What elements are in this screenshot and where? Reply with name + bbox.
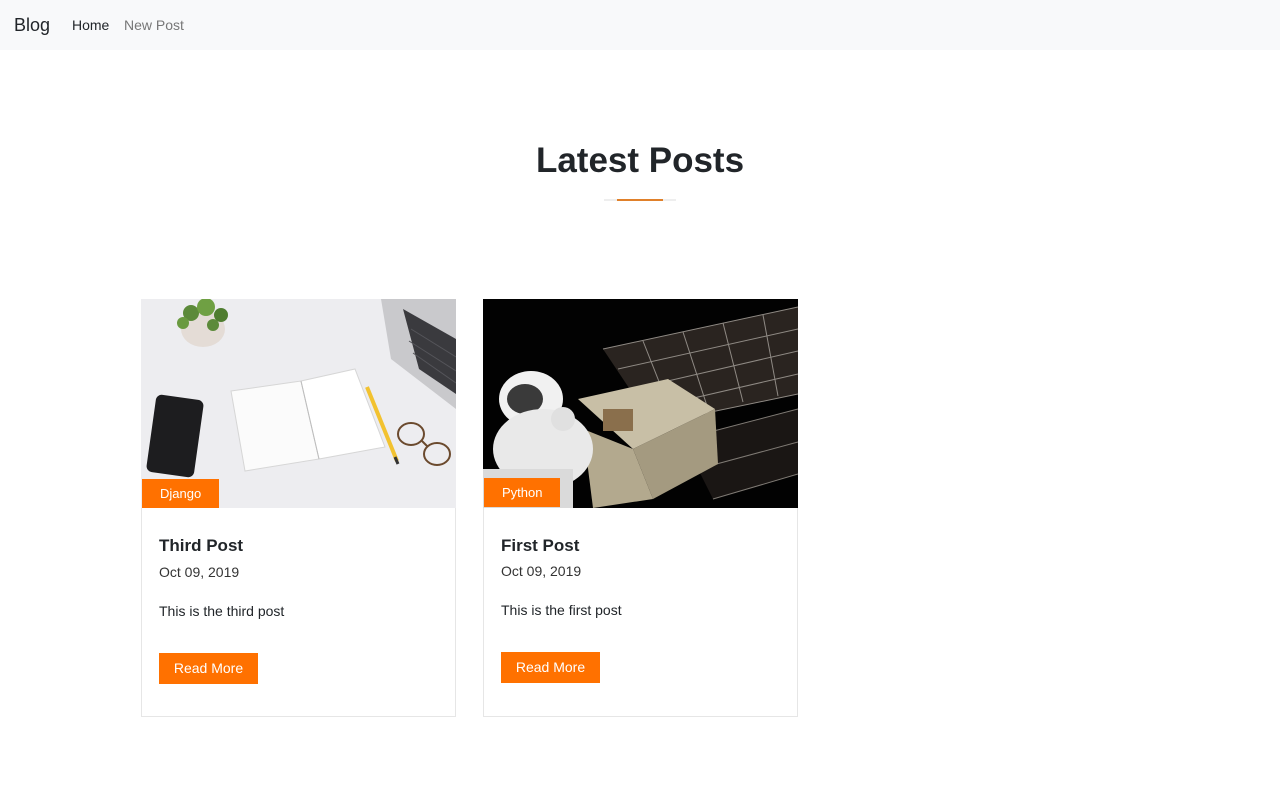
category-badge[interactable]: Python [484, 478, 561, 507]
top-navbar: Blog Home New Post [0, 0, 1280, 50]
section-title: Latest Posts [535, 141, 745, 180]
title-divider [604, 199, 676, 201]
category-badge[interactable]: Django [142, 479, 220, 508]
title-divider-accent [617, 199, 663, 201]
read-more-button[interactable]: Read More [159, 653, 258, 684]
nav-link-home[interactable]: Home [72, 17, 109, 33]
post-excerpt: This is the third post [159, 603, 285, 619]
post-title[interactable]: First Post [501, 536, 579, 556]
post-title[interactable]: Third Post [159, 536, 243, 556]
post-excerpt: This is the first post [501, 602, 622, 618]
post-image[interactable] [483, 299, 798, 508]
desk-notebook-image [141, 299, 456, 508]
nav-link-new-post[interactable]: New Post [124, 17, 184, 33]
astronaut-space-image [483, 299, 798, 508]
read-more-button[interactable]: Read More [501, 652, 600, 683]
brand-link[interactable]: Blog [14, 14, 50, 36]
post-image[interactable] [141, 299, 456, 508]
post-date: Oct 09, 2019 [501, 563, 582, 579]
post-date: Oct 09, 2019 [159, 564, 240, 580]
post-card: Python First Post Oct 09, 2019 This is t… [483, 299, 798, 717]
post-card: Django Third Post Oct 09, 2019 This is t… [141, 299, 456, 717]
